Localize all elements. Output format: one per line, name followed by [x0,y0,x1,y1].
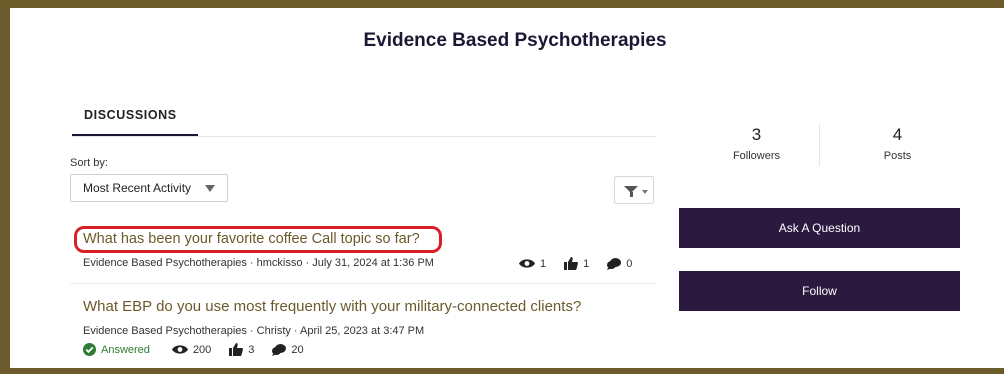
discussion-meta: Evidence Based Psychotherapies · Christy… [83,325,425,337]
sort-label: Sort by: [70,157,108,169]
views-stat: 1 [519,258,546,270]
views-count: 1 [540,257,547,270]
page-title: Evidence Based Psychotherapies [363,30,667,51]
ask-question-button[interactable]: Ask A Question [679,208,960,248]
views-count: 200 [192,343,212,356]
replies-count: 20 [291,343,304,356]
discussion-stats: 1 1 0 [519,257,650,270]
followers-label: Followers [732,150,781,162]
likes-count: 1 [583,257,590,270]
discussion-divider [70,283,656,284]
eye-icon [171,345,188,354]
replies-stat: 20 [272,343,304,356]
answered-label: Answered [101,343,150,356]
caret-down-icon [205,185,215,192]
replies-stat: 0 [607,257,633,270]
sort-selected-value: Most Recent Activity [83,181,192,195]
posts-label: Posts [883,150,912,162]
tab-discussions[interactable]: DISCUSSIONS [72,108,189,132]
discussion-title-link[interactable]: What has been your favorite coffee Call … [83,231,420,247]
thumbs-up-icon [564,257,579,270]
followers-stat[interactable]: 3 Followers [686,124,827,162]
replies-count: 0 [626,257,633,270]
likes-count: 3 [248,343,255,356]
eye-icon [519,259,535,268]
followers-count: 3 [751,125,762,144]
thumbs-up-icon [229,343,244,356]
posts-count: 4 [892,125,903,144]
posts-stat: 4 Posts [827,124,968,162]
follow-button[interactable]: Follow [679,271,960,311]
stats-divider [819,124,820,166]
caret-down-icon [642,190,648,194]
replies-icon [607,257,622,270]
tab-bar-divider [72,136,656,137]
likes-stat: 1 [564,257,589,270]
views-stat: 200 [171,343,212,356]
replies-icon [272,343,287,356]
filter-button[interactable] [614,176,654,204]
discussion-stats: Answered 200 3 20 [83,343,322,356]
answered-badge: Answered [83,343,150,356]
likes-stat: 3 [229,343,254,356]
discussion-title-link[interactable]: What EBP do you use most frequently with… [83,298,581,315]
filter-icon-stem [630,192,633,197]
discussion-meta: Evidence Based Psychotherapies · hmckiss… [83,257,434,269]
sort-select[interactable]: Most Recent Activity [70,174,228,202]
check-circle-icon [83,343,96,356]
